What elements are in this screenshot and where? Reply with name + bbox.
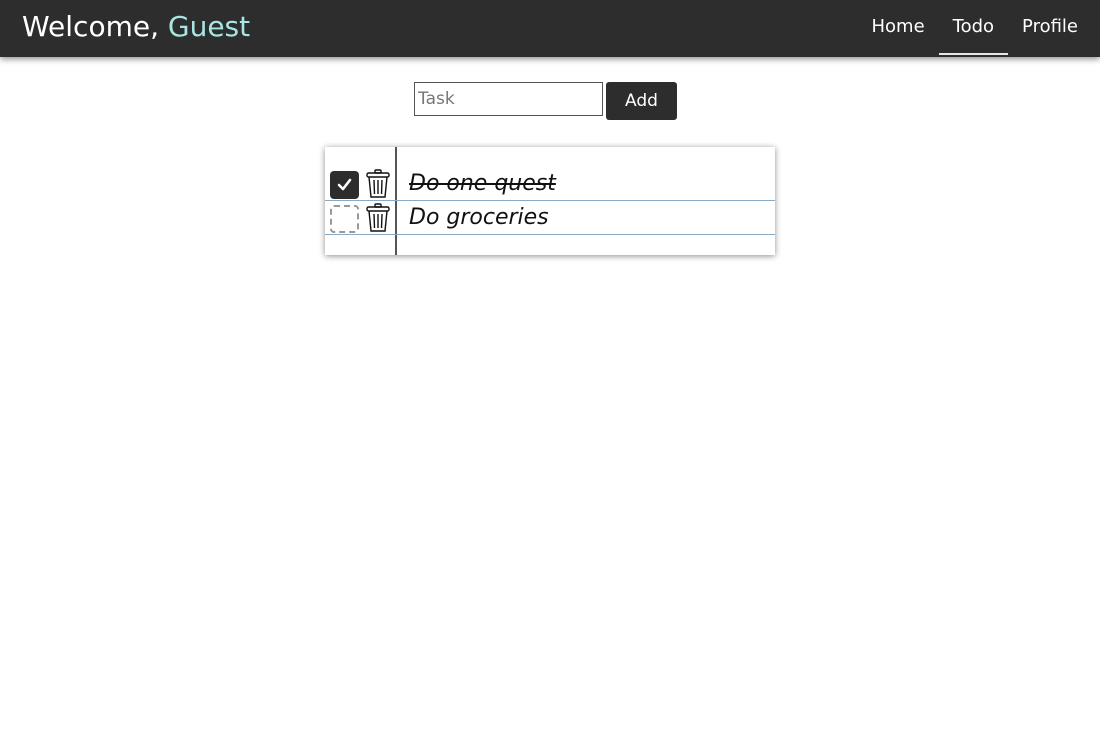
welcome-title: Welcome, Guest [22,10,250,44]
check-icon [337,178,352,191]
nav-profile[interactable]: Profile [1008,0,1092,57]
todo-list: Do one quest Do groceries [325,147,775,255]
todo-checkbox-checked[interactable] [330,171,359,199]
navbar: Welcome, Guest Home Todo Profile [0,0,1100,57]
username: Guest [167,10,251,43]
add-task-form: Add [414,82,677,120]
task-input[interactable] [414,82,603,116]
todo-checkbox-unchecked[interactable] [330,205,359,233]
todo-item-1: Do groceries [325,201,775,235]
add-button[interactable]: Add [606,82,677,120]
trash-icon[interactable] [365,203,391,233]
todo-text: Do one quest [409,171,556,196]
nav-todo[interactable]: Todo [938,0,1009,57]
trash-icon[interactable] [365,169,391,199]
todo-text: Do groceries [409,205,549,230]
todo-item-0: Do one quest [325,167,775,201]
nav-home[interactable]: Home [857,0,938,57]
nav-links: Home Todo Profile [857,0,1092,57]
welcome-prefix: Welcome, [22,10,159,43]
